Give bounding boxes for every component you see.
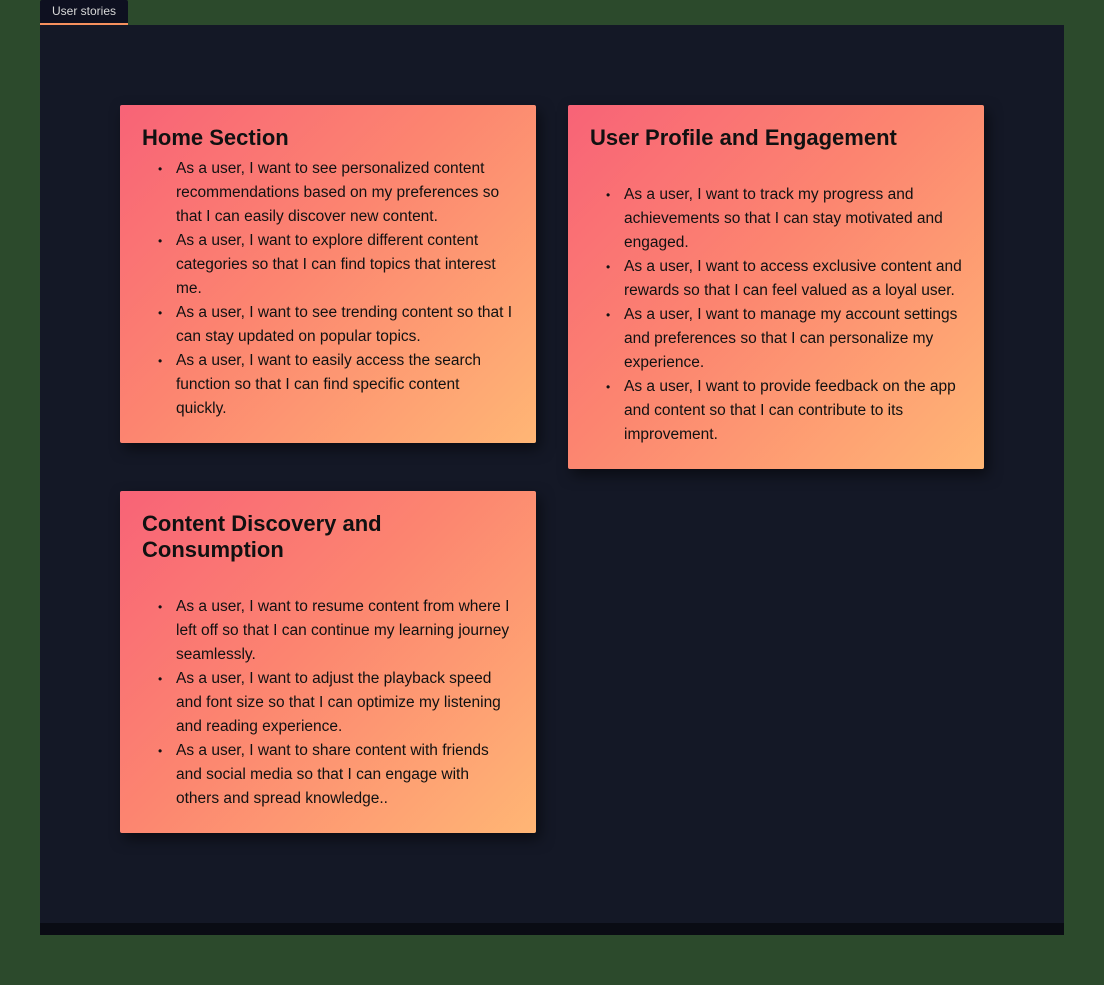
left-column: Home Section As a user, I want to see pe… <box>120 105 536 833</box>
card-user-profile: User Profile and Engagement As a user, I… <box>568 105 984 469</box>
right-column: User Profile and Engagement As a user, I… <box>568 105 984 469</box>
list-item: As a user, I want to manage my account s… <box>620 303 962 375</box>
list-item: As a user, I want to see personalized co… <box>172 157 514 229</box>
card-list: As a user, I want to see personalized co… <box>142 157 514 421</box>
card-content-discovery: Content Discovery and Consumption As a u… <box>120 491 536 833</box>
card-title: User Profile and Engagement <box>590 125 962 151</box>
list-item: As a user, I want to provide feedback on… <box>620 375 962 447</box>
list-item: As a user, I want to adjust the playback… <box>172 667 514 739</box>
list-item: As a user, I want to share content with … <box>172 739 514 811</box>
card-title: Content Discovery and Consumption <box>142 511 514 563</box>
card-home-section: Home Section As a user, I want to see pe… <box>120 105 536 443</box>
tab-user-stories[interactable]: User stories <box>40 0 128 25</box>
list-item: As a user, I want to see trending conten… <box>172 301 514 349</box>
list-item: As a user, I want to track my progress a… <box>620 183 962 255</box>
card-list: As a user, I want to resume content from… <box>142 595 514 811</box>
list-item: As a user, I want to explore different c… <box>172 229 514 301</box>
card-columns: Home Section As a user, I want to see pe… <box>120 105 984 833</box>
card-title: Home Section <box>142 125 514 151</box>
list-item: As a user, I want to easily access the s… <box>172 349 514 421</box>
card-list: As a user, I want to track my progress a… <box>590 183 962 447</box>
canvas-bottom-edge <box>40 923 1064 935</box>
list-item: As a user, I want to access exclusive co… <box>620 255 962 303</box>
list-item: As a user, I want to resume content from… <box>172 595 514 667</box>
document-canvas: Home Section As a user, I want to see pe… <box>40 25 1064 923</box>
